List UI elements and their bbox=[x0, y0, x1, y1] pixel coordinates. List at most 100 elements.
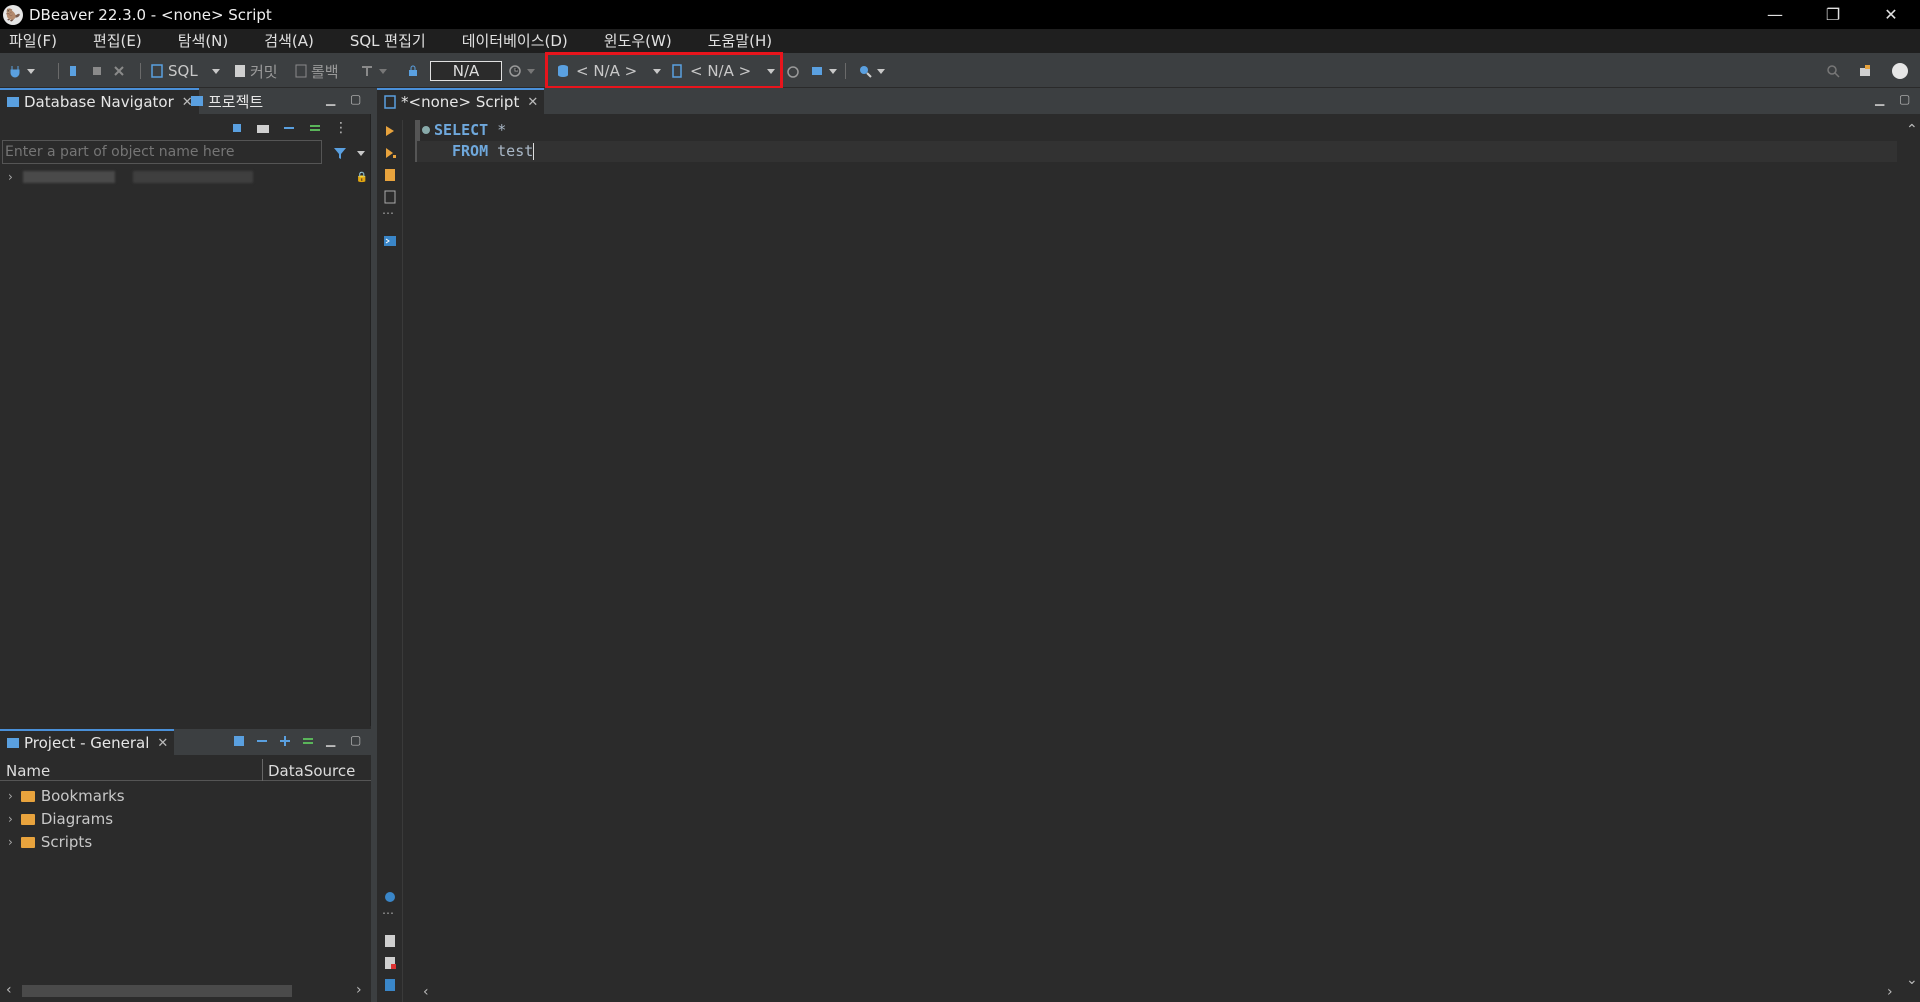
maximize-icon[interactable]: ▢ bbox=[350, 92, 361, 106]
close-button[interactable]: ✕ bbox=[1862, 0, 1920, 29]
tab-none-script[interactable]: *<none> Script ✕ bbox=[377, 88, 545, 114]
more-actions-icon[interactable]: ⋯ bbox=[382, 906, 394, 920]
scroll-up-icon[interactable]: ⌃ bbox=[1906, 122, 1918, 138]
menu-sql-editor[interactable]: SQL 편집기 bbox=[341, 29, 439, 53]
expand-chevron-icon[interactable]: › bbox=[8, 170, 13, 184]
menu-file[interactable]: 파일(F) bbox=[0, 29, 70, 53]
menu-help[interactable]: 도움말(H) bbox=[699, 29, 785, 53]
expand-chevron-icon[interactable]: › bbox=[8, 789, 13, 803]
menu-database[interactable]: 데이터베이스(D) bbox=[453, 29, 581, 53]
new-connection-button[interactable] bbox=[8, 61, 35, 81]
sql-script-icon bbox=[151, 64, 163, 78]
tab-project-general[interactable]: Project - General ✕ bbox=[0, 729, 175, 755]
maximize-icon[interactable]: ▢ bbox=[1899, 92, 1910, 106]
open-perspective-button[interactable] bbox=[1858, 61, 1872, 81]
explain-plan-icon[interactable] bbox=[383, 190, 397, 204]
manage-connections-button[interactable] bbox=[810, 61, 837, 81]
scroll-thumb[interactable] bbox=[22, 985, 292, 997]
history-button[interactable] bbox=[508, 61, 535, 81]
history-icon bbox=[509, 65, 521, 77]
tree-item-diagrams[interactable]: › Diagrams bbox=[8, 810, 113, 828]
text-cursor bbox=[533, 143, 535, 160]
project-panel: Project - General ✕ ▁ ▢ Name DataSource … bbox=[0, 729, 371, 1002]
execute-new-tab-icon[interactable] bbox=[383, 146, 397, 160]
link-icon[interactable] bbox=[301, 734, 315, 748]
project-horizontal-scrollbar[interactable]: ‹ › bbox=[0, 982, 371, 1000]
restore-button[interactable]: ❐ bbox=[1804, 0, 1862, 29]
code-text: test bbox=[488, 142, 534, 160]
collapse-icon[interactable] bbox=[255, 734, 269, 748]
view-menu-icon[interactable]: ⋮ bbox=[334, 120, 348, 136]
minimize-icon[interactable]: ▁ bbox=[326, 92, 335, 106]
dashboard-button[interactable] bbox=[786, 61, 800, 81]
filter-dropdown-icon[interactable] bbox=[357, 151, 365, 156]
disconnect-button[interactable] bbox=[112, 61, 126, 81]
title-bar: 🦫 DBeaver 22.3.0 - <none> Script — ❐ ✕ bbox=[0, 0, 1920, 29]
dbeaver-perspective-button[interactable] bbox=[1892, 61, 1908, 81]
navigator-toolbar: ⋮ bbox=[230, 118, 370, 138]
menu-edit[interactable]: 편집(E) bbox=[84, 29, 155, 53]
menu-window[interactable]: 윈도우(W) bbox=[595, 29, 685, 53]
new-connection-icon[interactable] bbox=[230, 121, 244, 135]
rollback-icon bbox=[295, 64, 307, 78]
tree-item-scripts[interactable]: › Scripts bbox=[8, 833, 92, 851]
menu-search[interactable]: 검색(A) bbox=[255, 29, 327, 53]
close-tab-icon[interactable]: ✕ bbox=[527, 95, 538, 110]
editor-vertical-scrollbar[interactable]: ⌃ ⌄ bbox=[1902, 120, 1920, 990]
minimize-icon[interactable]: ▁ bbox=[1875, 92, 1884, 106]
tab-projects[interactable]: 프로젝트 bbox=[184, 88, 269, 114]
tab-database-navigator[interactable]: Database Navigator ✕ bbox=[0, 88, 199, 114]
terminal-icon[interactable] bbox=[383, 234, 397, 248]
editor-horizontal-scrollbar[interactable]: ‹ › bbox=[421, 984, 1902, 1002]
scroll-left-icon[interactable]: ‹ bbox=[423, 984, 429, 1000]
commit-label: 커밋 bbox=[250, 62, 278, 81]
collapse-all-icon[interactable] bbox=[282, 121, 296, 135]
search-toolbar-button[interactable] bbox=[858, 61, 885, 81]
sql-code[interactable]: SELECT * FROM test bbox=[421, 120, 535, 162]
settings-gear-icon[interactable] bbox=[383, 890, 397, 904]
sql-editor-button[interactable]: SQL bbox=[150, 61, 220, 81]
menu-navigate[interactable]: 탐색(N) bbox=[169, 29, 242, 53]
scroll-left-icon[interactable]: ‹ bbox=[6, 982, 12, 998]
connect-button[interactable] bbox=[66, 61, 80, 81]
scroll-right-icon[interactable]: › bbox=[1887, 984, 1893, 1000]
transaction-mode-field[interactable]: N/A bbox=[430, 61, 502, 81]
commit-button[interactable]: 커밋 bbox=[233, 61, 278, 81]
tree-item-bookmarks[interactable]: › Bookmarks bbox=[8, 787, 125, 805]
project-tab-row: Project - General ✕ ▁ ▢ bbox=[0, 729, 371, 755]
blurred-connection-detail bbox=[132, 171, 253, 183]
project-toolbar bbox=[232, 734, 315, 748]
invalidate-button[interactable] bbox=[90, 61, 104, 81]
link-editor-icon[interactable] bbox=[308, 121, 322, 135]
expand-icon[interactable] bbox=[278, 734, 292, 748]
rollback-button[interactable]: 롤백 bbox=[294, 61, 339, 81]
filter-icon[interactable] bbox=[333, 146, 347, 160]
tree-item-label: Diagrams bbox=[40, 810, 114, 828]
output-log-icon[interactable] bbox=[383, 934, 397, 948]
close-tab-icon[interactable]: ✕ bbox=[157, 736, 168, 751]
navigator-filter-input[interactable] bbox=[2, 140, 322, 164]
reconnect-icon bbox=[93, 67, 101, 75]
expand-chevron-icon[interactable]: › bbox=[8, 812, 13, 826]
execute-script-icon[interactable] bbox=[383, 168, 397, 182]
new-folder-icon[interactable] bbox=[256, 121, 270, 135]
maximize-icon[interactable]: ▢ bbox=[350, 733, 361, 747]
transaction-mode-button[interactable] bbox=[360, 61, 387, 81]
scroll-down-icon[interactable]: ⌄ bbox=[1906, 972, 1918, 988]
highlight-box bbox=[545, 52, 783, 89]
column-name[interactable]: Name bbox=[6, 762, 50, 780]
column-datasource[interactable]: DataSource bbox=[268, 762, 355, 780]
variables-icon[interactable] bbox=[383, 978, 397, 992]
error-log-icon[interactable] bbox=[383, 956, 397, 970]
more-actions-icon[interactable]: ⋯ bbox=[382, 206, 394, 220]
expand-chevron-icon[interactable]: › bbox=[8, 835, 13, 849]
scroll-right-icon[interactable]: › bbox=[356, 982, 362, 998]
global-search-button[interactable] bbox=[1826, 61, 1840, 81]
navigator-tab-row: Database Navigator ✕ 프로젝트 ▁ ▢ bbox=[0, 88, 371, 114]
configure-icon[interactable] bbox=[232, 734, 246, 748]
connection-tree-item[interactable]: › 🔒 bbox=[8, 170, 368, 184]
minimize-icon[interactable]: ▁ bbox=[326, 733, 335, 747]
minimize-button[interactable]: — bbox=[1746, 0, 1804, 29]
execute-statement-icon[interactable] bbox=[383, 124, 397, 138]
tree-item-label: Scripts bbox=[40, 833, 93, 851]
